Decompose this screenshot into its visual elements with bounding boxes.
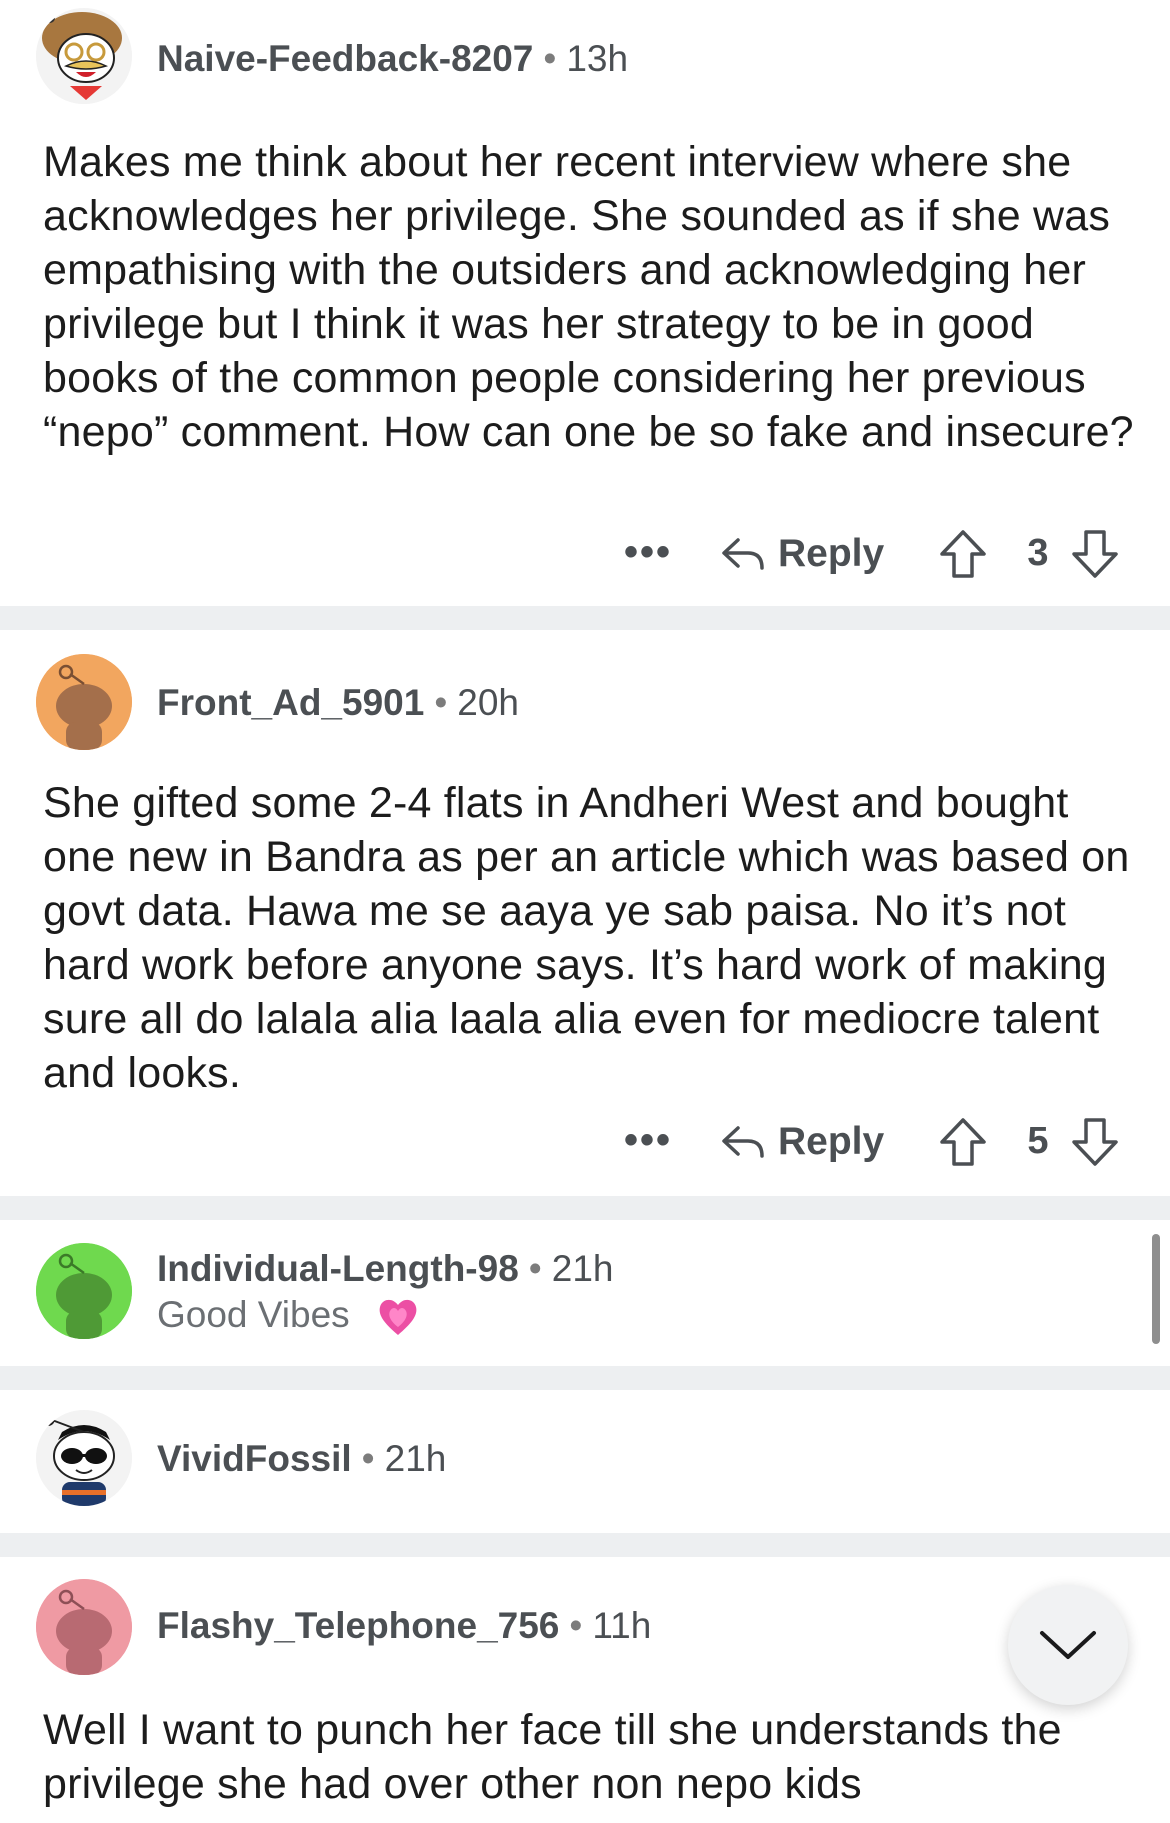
downvote-icon[interactable]	[1070, 1116, 1120, 1168]
comment-divider	[0, 1366, 1170, 1390]
comment-1: Naive-Feedback-8207 • 13h Makes me think a…	[0, 0, 1170, 606]
timestamp: 13h	[566, 38, 629, 79]
next-comment-button[interactable]	[1008, 1585, 1128, 1705]
reply-arrow-icon	[722, 538, 764, 570]
separator-dot: •	[569, 1605, 583, 1646]
comment-meta: Individual-Length-98 • 21h	[157, 1248, 613, 1290]
avatar-snoo-icon	[36, 1579, 132, 1675]
avatar[interactable]	[36, 1579, 132, 1675]
comment-3[interactable]: Individual-Length-98 • 21h Good Vibes	[0, 1220, 1170, 1366]
timestamp: 20h	[457, 682, 520, 723]
comment-divider	[0, 1533, 1170, 1557]
comment-divider	[0, 606, 1170, 630]
comment-divider	[0, 1196, 1170, 1220]
avatar-snoo-icon	[36, 1243, 132, 1339]
vote-score: 3	[1027, 532, 1049, 574]
timestamp: 11h	[592, 1605, 652, 1646]
reply-button[interactable]: Reply	[720, 1112, 884, 1172]
timestamp: 21h	[551, 1248, 614, 1289]
comment-4[interactable]: VividFossil • 21h	[0, 1390, 1170, 1533]
reply-label: Reply	[778, 532, 885, 575]
more-options-icon[interactable]: •••	[624, 1118, 672, 1163]
separator-dot: •	[434, 682, 448, 723]
username[interactable]: Flashy_Telephone_756	[157, 1605, 559, 1646]
comment-body: Makes me think about her recent intervie…	[43, 138, 1134, 456]
upvote-icon[interactable]	[938, 1116, 988, 1168]
downvote-icon[interactable]	[1070, 528, 1120, 580]
comment-meta: Flashy_Telephone_756 • 11h	[157, 1605, 651, 1647]
reply-label: Reply	[778, 1120, 885, 1163]
avatar-sunglasses-icon	[36, 1410, 132, 1506]
avatar-snoo-icon	[36, 654, 132, 750]
comment-body: She gifted some 2-4 flats in Andheri Wes…	[43, 779, 1130, 1097]
more-options-icon[interactable]: •••	[624, 530, 672, 575]
comment-actions: ••• Reply 3	[600, 522, 1140, 586]
comment-meta: Front_Ad_5901 • 20h	[157, 682, 519, 724]
heart-icon	[379, 1300, 417, 1336]
reply-arrow-icon	[722, 1126, 764, 1158]
scrollbar[interactable]	[1152, 1234, 1160, 1344]
separator-dot: •	[543, 38, 557, 79]
separator-dot: •	[528, 1248, 542, 1289]
comment-meta: VividFossil • 21h	[157, 1438, 446, 1480]
username[interactable]: Naive-Feedback-8207	[157, 38, 533, 79]
chevron-down-icon	[1040, 1631, 1096, 1659]
comment-5: Flashy_Telephone_756 • 11h Well I want to …	[0, 1557, 1170, 1823]
separator-dot: •	[361, 1438, 375, 1479]
comment-meta: Naive-Feedback-8207 • 13h	[157, 38, 628, 80]
flair-text: Good Vibes	[157, 1294, 350, 1335]
avatar[interactable]	[36, 654, 132, 750]
avatar[interactable]	[36, 1410, 132, 1506]
reply-button[interactable]: Reply	[720, 524, 884, 584]
comment-2: Front_Ad_5901 • 20h She gifted some 2-4 fl…	[0, 630, 1170, 1196]
vote-score: 5	[1027, 1120, 1049, 1162]
comment-actions: ••• Reply 5	[600, 1110, 1140, 1174]
timestamp: 21h	[384, 1438, 447, 1479]
comment-body: Well I want to punch her face till she u…	[43, 1706, 1062, 1808]
upvote-icon[interactable]	[938, 528, 988, 580]
avatar[interactable]	[36, 8, 132, 104]
user-flair: Good Vibes	[157, 1294, 420, 1339]
username[interactable]: Front_Ad_5901	[157, 682, 424, 723]
username[interactable]: Individual-Length-98	[157, 1248, 519, 1289]
avatar[interactable]	[36, 1243, 132, 1339]
avatar-mustache-icon	[36, 8, 132, 104]
username[interactable]: VividFossil	[157, 1438, 352, 1479]
